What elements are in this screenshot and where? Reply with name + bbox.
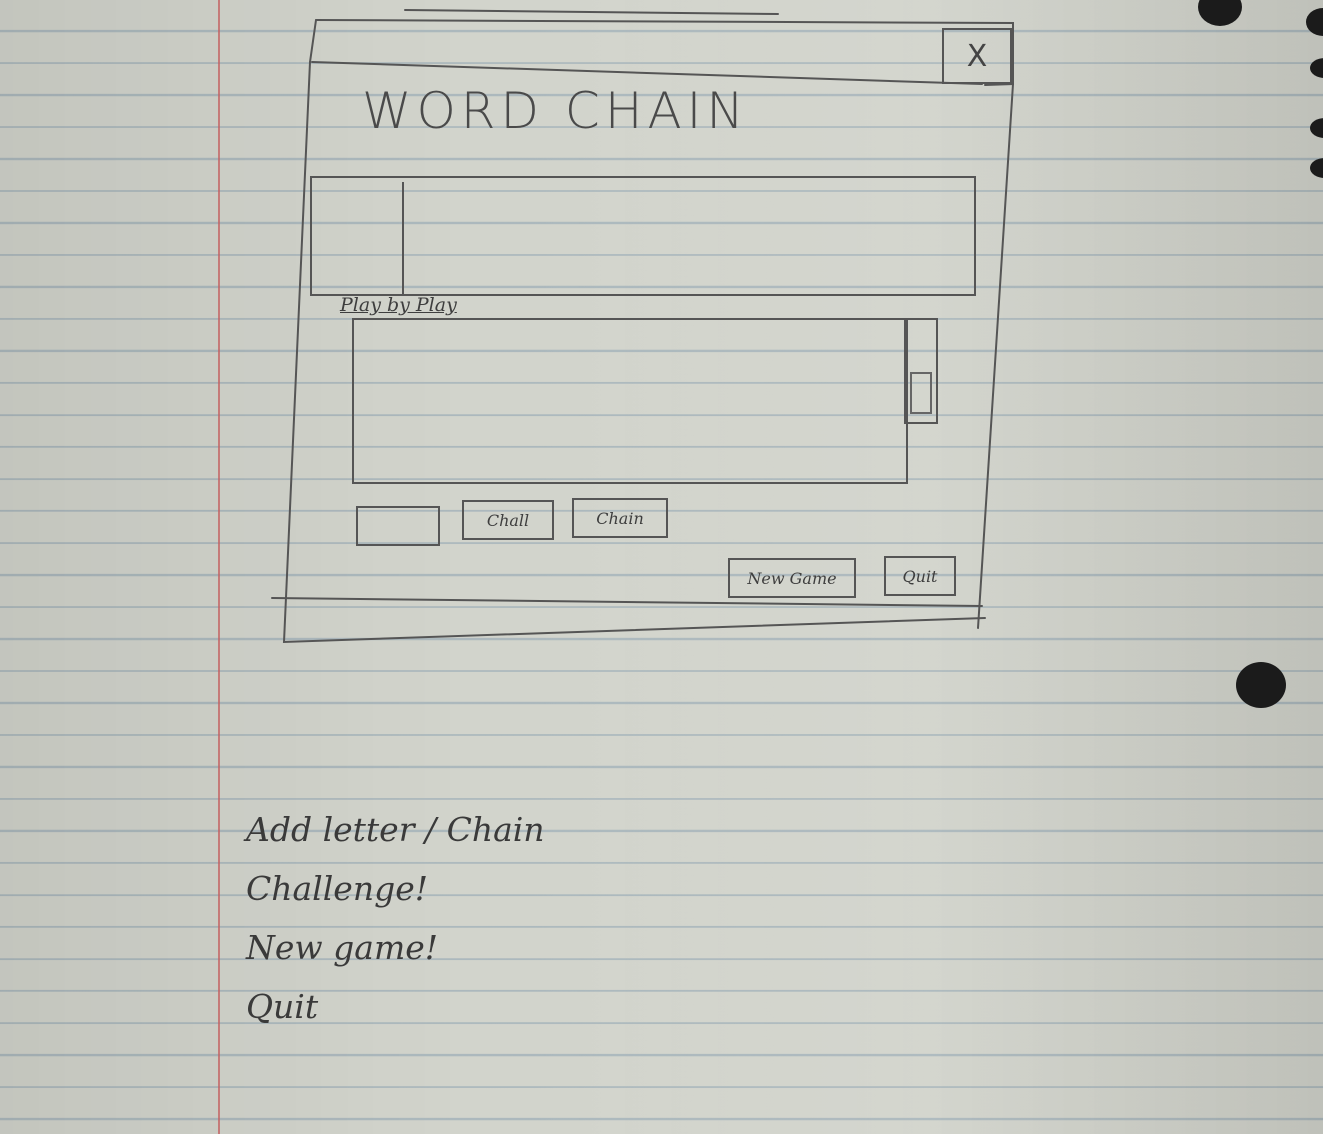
window-sketch-outline xyxy=(271,9,1014,644)
play-by-play-log xyxy=(352,318,908,484)
text-cursor xyxy=(402,182,404,294)
new-game-button[interactable]: New Game xyxy=(728,558,856,598)
window-title: WORD CHAIN xyxy=(362,82,749,140)
binder-hole xyxy=(1310,158,1323,178)
note-challenge: Challenge! xyxy=(246,869,428,908)
chain-button[interactable]: Chain xyxy=(572,498,668,538)
challenge-button[interactable]: Chall xyxy=(462,500,554,540)
binder-hole xyxy=(1310,58,1323,78)
letter-input[interactable] xyxy=(356,506,440,546)
scrollbar-thumb[interactable] xyxy=(910,372,932,414)
notebook-margin-line xyxy=(218,0,220,1134)
word-chain-display xyxy=(310,176,976,296)
binder-hole xyxy=(1310,118,1323,138)
note-quit: Quit xyxy=(246,987,319,1026)
play-by-play-label: Play by Play xyxy=(340,294,457,316)
note-new-game: New game! xyxy=(246,928,439,967)
close-button[interactable]: X xyxy=(942,28,1012,84)
binder-hole xyxy=(1236,662,1286,708)
binder-hole xyxy=(1198,0,1242,26)
quit-button[interactable]: Quit xyxy=(884,556,956,596)
note-add-letter-chain: Add letter / Chain xyxy=(246,810,545,849)
binder-hole xyxy=(1306,8,1323,36)
shortcut-notes: Add letter / Chain Challenge! New game! … xyxy=(246,800,545,1036)
play-by-play-scrollbar[interactable] xyxy=(904,318,938,424)
